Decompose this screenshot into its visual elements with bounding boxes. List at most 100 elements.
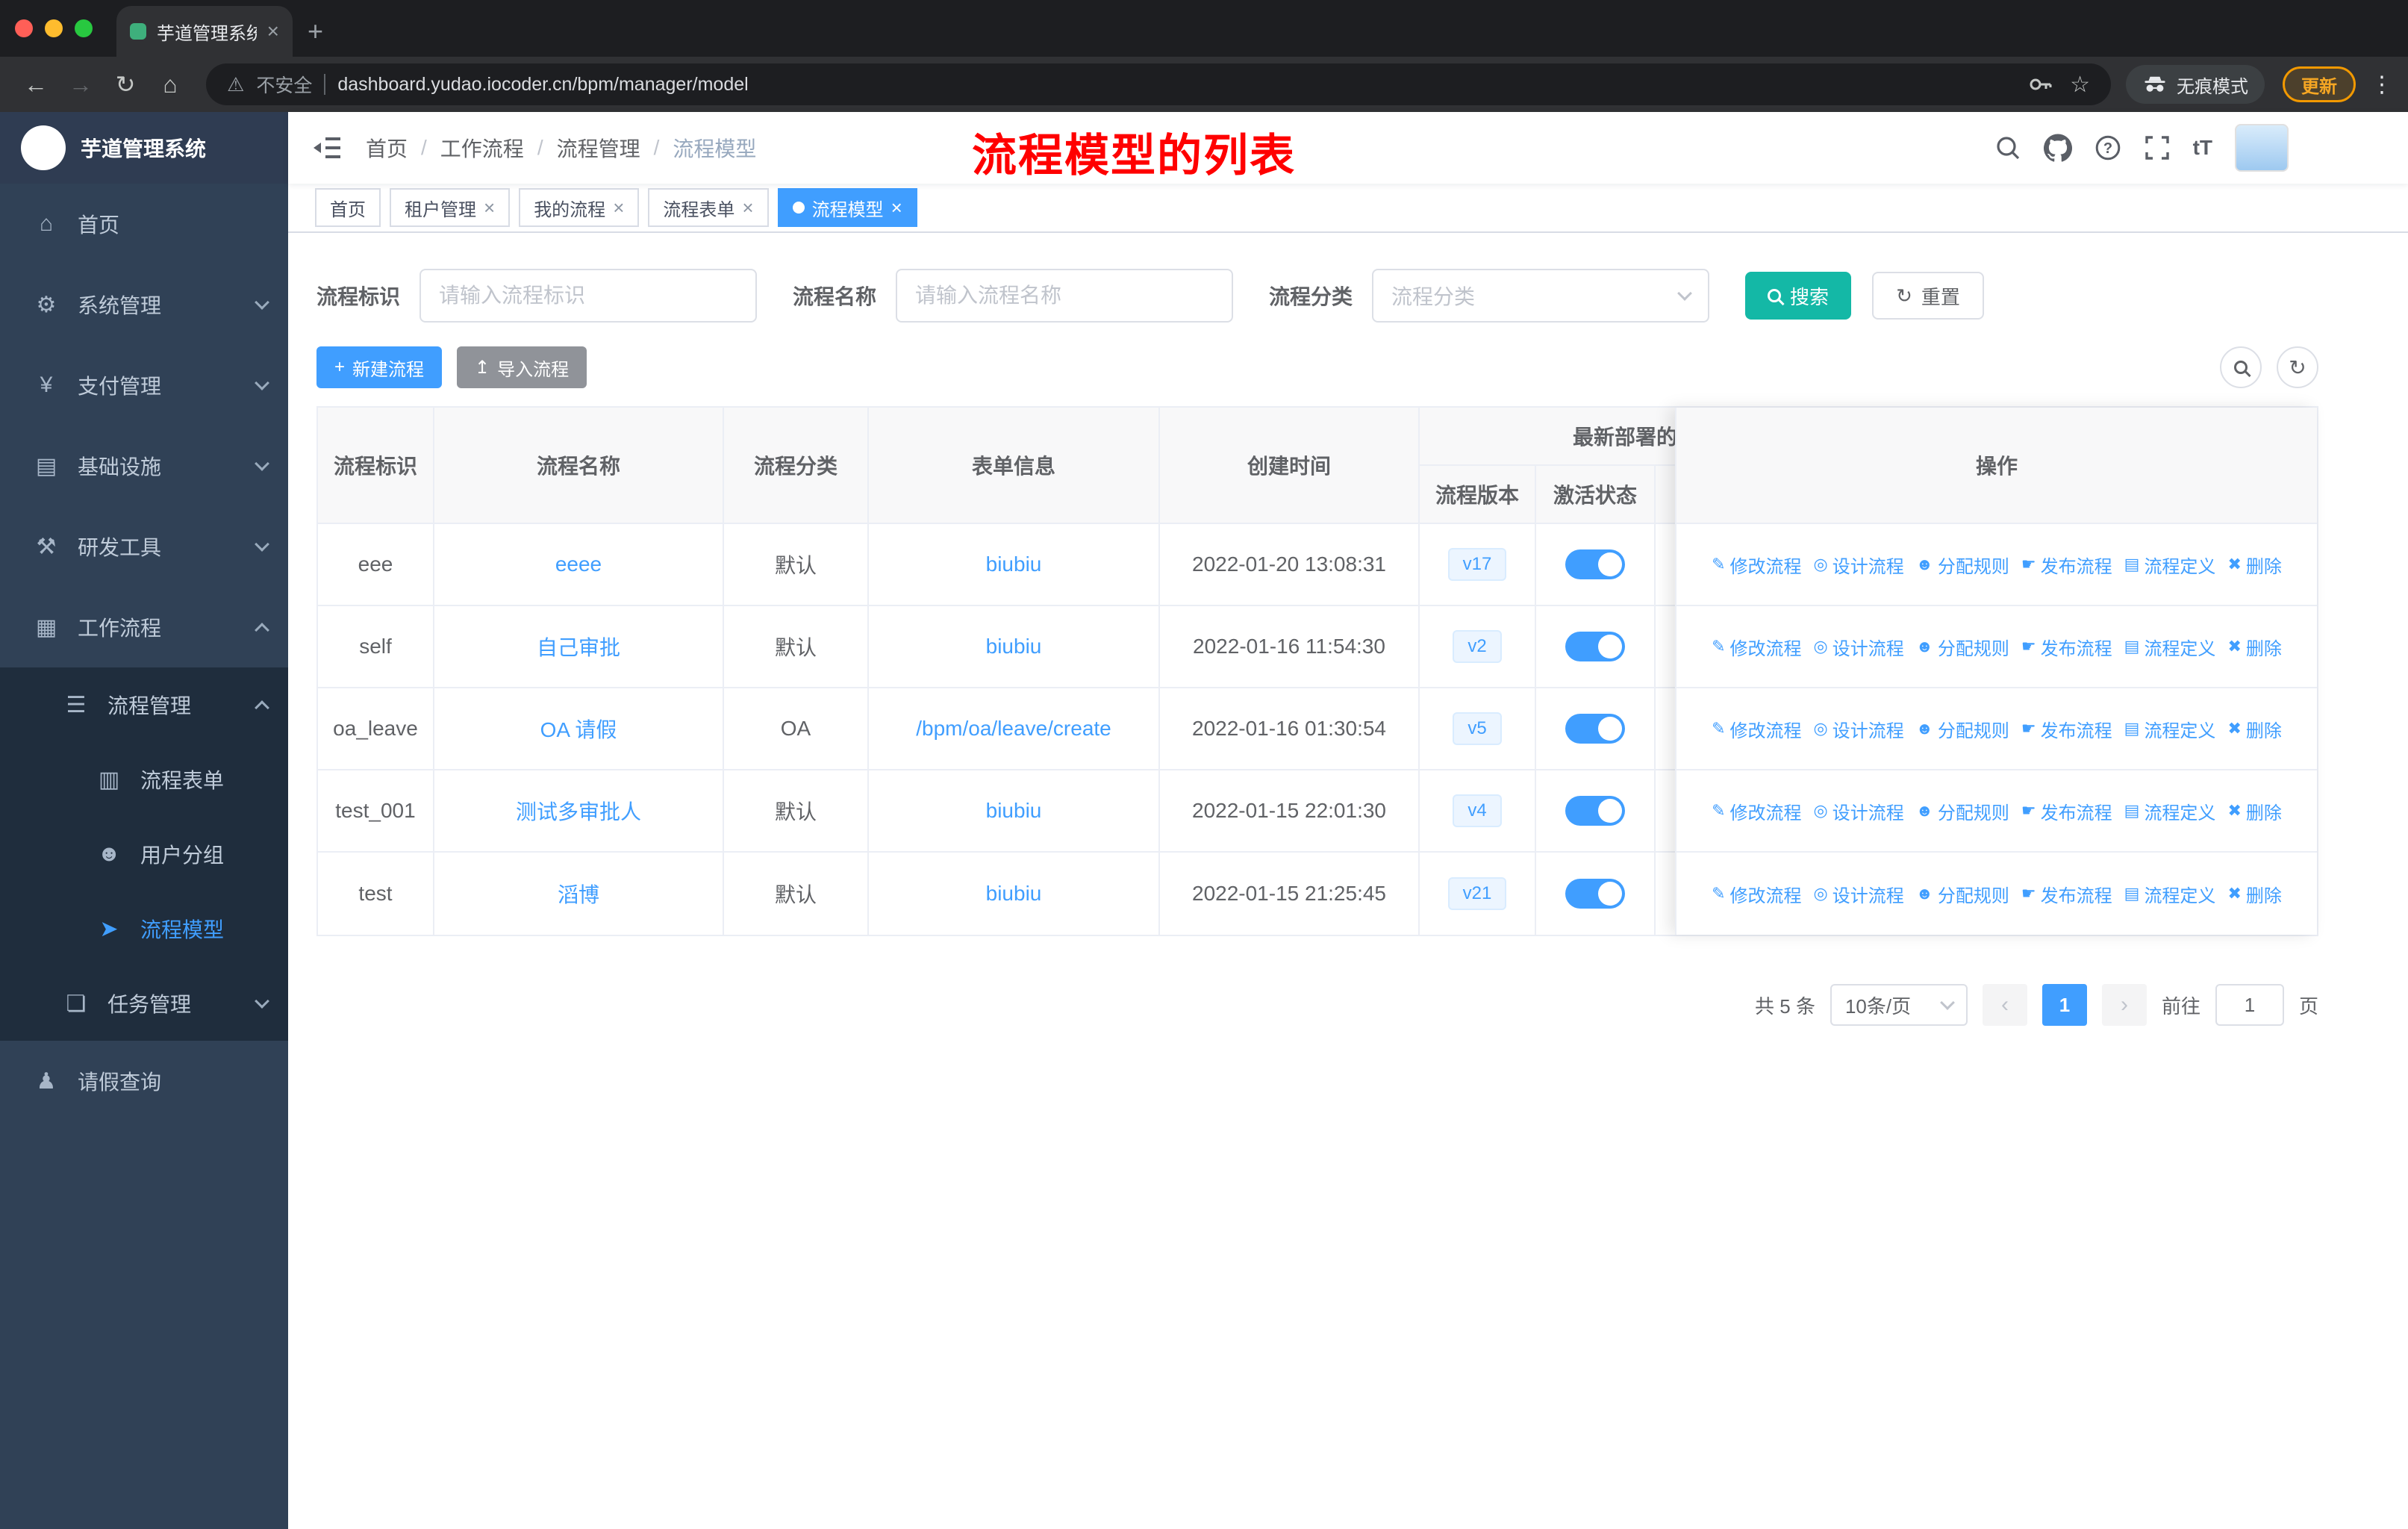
action-design-process[interactable]: ◎ 设计流程 [1814,552,1904,578]
active-status-toggle[interactable] [1565,549,1625,579]
action-design-process[interactable]: ◎ 设计流程 [1814,716,1904,742]
macos-close-button[interactable] [15,19,33,37]
sidebar-item-payment-management[interactable]: ¥ 支付管理 [0,345,288,426]
forward-button[interactable]: → [60,63,102,105]
action-publish-process[interactable]: ☛ 发布流程 [2021,552,2112,578]
toggle-search-button[interactable] [2220,346,2262,388]
browser-tab[interactable]: 芋道管理系统 × [116,6,293,57]
tag-process-model[interactable]: 流程模型 × [777,188,917,227]
process-name-link[interactable]: 滔博 [558,879,599,909]
process-name-link[interactable]: 测试多审批人 [516,796,641,826]
font-size-icon[interactable]: tT [2193,136,2212,160]
page-size-select[interactable]: 10条/页 [1830,984,1968,1026]
active-status-toggle[interactable] [1565,879,1625,909]
action-delete[interactable]: ✖ 删除 [2227,881,2281,907]
update-button[interactable]: 更新 [2283,66,2356,102]
reset-button[interactable]: ↻ 重置 [1872,272,1984,320]
action-delete[interactable]: ✖ 删除 [2227,634,2281,660]
sidebar-item-process-management[interactable]: ☰ 流程管理 [0,667,288,742]
form-info-link[interactable]: biubiu [986,635,1042,658]
fullscreen-icon[interactable] [2144,134,2171,161]
create-process-button[interactable]: + 新建流程 [316,346,443,388]
tag-close-icon[interactable]: × [613,198,624,217]
action-process-definition[interactable]: ▤ 流程定义 [2124,552,2216,578]
process-name-link[interactable]: eeee [555,552,602,576]
action-process-definition[interactable]: ▤ 流程定义 [2124,798,2216,824]
user-avatar[interactable] [2235,124,2289,172]
sidebar-item-process-model[interactable]: ➤ 流程模型 [0,891,288,966]
tag-close-icon[interactable]: × [742,198,753,217]
tag-process-form[interactable]: 流程表单 × [648,188,769,227]
process-name-input[interactable] [896,269,1234,323]
sidebar-item-workflow[interactable]: ▦ 工作流程 [0,587,288,667]
process-category-select[interactable]: 流程分类 [1372,269,1710,323]
action-delete[interactable]: ✖ 删除 [2227,552,2281,578]
action-assign-rule[interactable]: ☻ 分配规则 [1916,716,2009,742]
active-status-toggle[interactable] [1565,796,1625,826]
help-icon[interactable]: ? [2094,134,2121,161]
action-design-process[interactable]: ◎ 设计流程 [1814,881,1904,907]
action-edit-process[interactable]: ✎ 修改流程 [1712,798,1801,824]
sidebar-item-infrastructure[interactable]: ▤ 基础设施 [0,426,288,506]
import-process-button[interactable]: ↥ 导入流程 [457,346,587,388]
refresh-table-button[interactable]: ↻ [2277,346,2318,388]
action-publish-process[interactable]: ☛ 发布流程 [2021,881,2112,907]
address-bar[interactable]: ⚠ 不安全 dashboard.yudao.iocoder.cn/bpm/man… [206,63,2111,105]
action-publish-process[interactable]: ☛ 发布流程 [2021,716,2112,742]
process-id-input[interactable] [419,269,758,323]
action-delete[interactable]: ✖ 删除 [2227,716,2281,742]
action-process-definition[interactable]: ▤ 流程定义 [2124,716,2216,742]
search-icon[interactable] [1994,134,2021,161]
action-edit-process[interactable]: ✎ 修改流程 [1712,634,1801,660]
form-info-link[interactable]: biubiu [986,882,1042,906]
form-info-link[interactable]: biubiu [986,799,1042,823]
action-assign-rule[interactable]: ☻ 分配规则 [1916,634,2009,660]
tag-close-icon[interactable]: × [484,198,495,217]
active-status-toggle[interactable] [1565,632,1625,661]
action-assign-rule[interactable]: ☻ 分配规则 [1916,552,2009,578]
browser-menu-icon[interactable]: ⋮ [2371,72,2393,98]
action-process-definition[interactable]: ▤ 流程定义 [2124,881,2216,907]
tag-home[interactable]: 首页 [315,188,381,227]
sidebar-item-user-group[interactable]: ☻ 用户分组 [0,817,288,891]
sidebar-item-process-form[interactable]: ▥ 流程表单 [0,742,288,817]
search-button[interactable]: 搜索 [1745,272,1852,320]
sidebar-item-home[interactable]: ⌂ 首页 [0,184,288,264]
action-design-process[interactable]: ◎ 设计流程 [1814,634,1904,660]
tag-close-icon[interactable]: × [891,198,902,217]
action-assign-rule[interactable]: ☻ 分配规则 [1916,798,2009,824]
sidebar-item-leave-query[interactable]: ♟ 请假查询 [0,1041,288,1121]
form-info-link[interactable]: /bpm/oa/leave/create [916,717,1111,741]
sidebar-item-system-management[interactable]: ⚙ 系统管理 [0,264,288,345]
active-status-toggle[interactable] [1565,714,1625,744]
home-button[interactable]: ⌂ [149,63,191,105]
tag-my-process[interactable]: 我的流程 × [519,188,640,227]
action-design-process[interactable]: ◎ 设计流程 [1814,798,1904,824]
new-tab-button[interactable]: + [308,6,323,57]
reload-button[interactable]: ↻ [105,63,146,105]
action-publish-process[interactable]: ☛ 发布流程 [2021,798,2112,824]
form-info-link[interactable]: biubiu [986,552,1042,576]
goto-page-input[interactable] [2215,984,2284,1026]
breadcrumb-item[interactable]: 工作流程 [440,133,524,163]
action-edit-process[interactable]: ✎ 修改流程 [1712,552,1801,578]
sidebar-collapse-icon[interactable] [312,134,342,161]
action-process-definition[interactable]: ▤ 流程定义 [2124,634,2216,660]
github-icon[interactable] [2043,134,2072,162]
macos-minimize-button[interactable] [45,19,63,37]
tab-close-icon[interactable]: × [267,21,279,42]
action-edit-process[interactable]: ✎ 修改流程 [1712,716,1801,742]
action-delete[interactable]: ✖ 删除 [2227,798,2281,824]
breadcrumb-item[interactable]: 流程管理 [557,133,640,163]
macos-zoom-button[interactable] [75,19,93,37]
process-name-link[interactable]: OA 请假 [540,714,617,744]
sidebar-item-dev-tools[interactable]: ⚒ 研发工具 [0,506,288,587]
action-edit-process[interactable]: ✎ 修改流程 [1712,881,1801,907]
sidebar-item-task-management[interactable]: ❏ 任务管理 [0,966,288,1041]
process-name-link[interactable]: 自己审批 [537,632,620,661]
action-assign-rule[interactable]: ☻ 分配规则 [1916,881,2009,907]
back-button[interactable]: ← [15,63,57,105]
action-publish-process[interactable]: ☛ 发布流程 [2021,634,2112,660]
prev-page-button[interactable]: ‹ [1982,984,2027,1026]
key-icon[interactable] [2028,72,2052,96]
